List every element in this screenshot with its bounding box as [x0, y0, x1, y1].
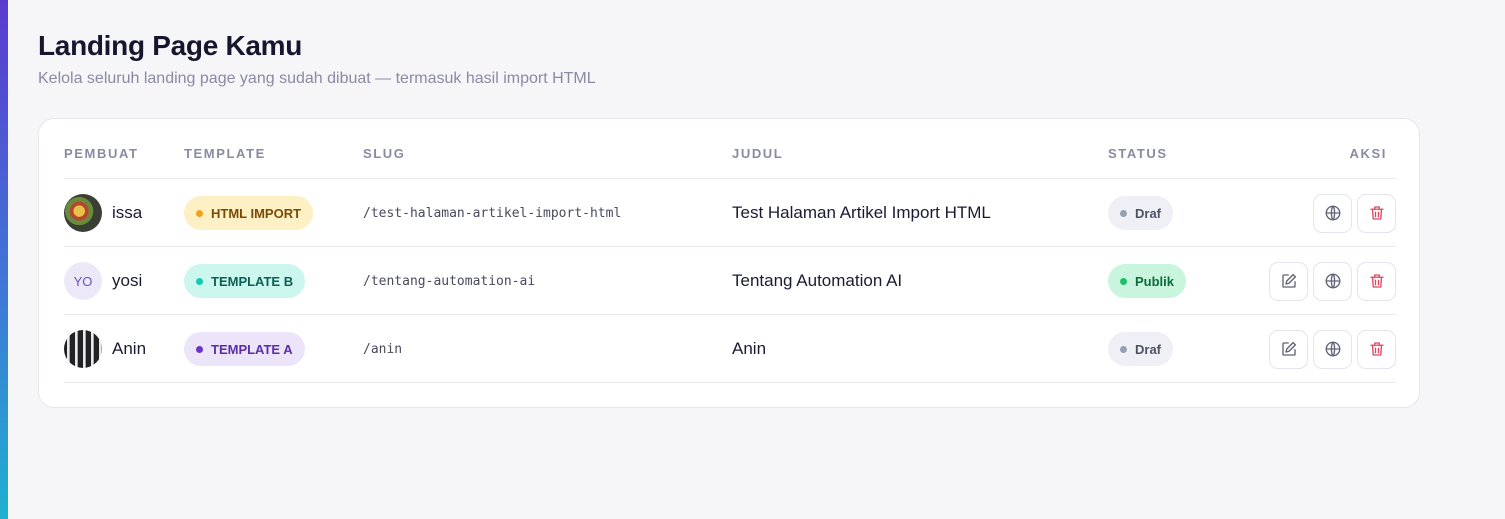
- column-header-template: TEMPLATE: [184, 146, 266, 161]
- edit-icon: [1281, 273, 1296, 288]
- status-dot: [1120, 345, 1127, 353]
- avatar: YO: [64, 262, 102, 300]
- page-title: Landing Page Kamu: [38, 30, 303, 61]
- delete-page-button[interactable]: [1357, 261, 1396, 301]
- template-cell: TEMPLATE A: [184, 315, 305, 383]
- template-badge: HTML IMPORT: [184, 196, 314, 230]
- globe-icon: [1325, 341, 1340, 357]
- delete-page-button[interactable]: [1357, 193, 1396, 233]
- creator-name: yosi: [112, 271, 143, 290]
- creator-cell: issa: [64, 179, 142, 247]
- creator-name: Anin: [112, 339, 147, 358]
- avatar: [64, 330, 102, 368]
- globe-icon: [1325, 273, 1340, 289]
- badge-dot: [196, 277, 203, 285]
- table-row: issa HTML IMPORT /test-halaman-artikel-i…: [64, 179, 1396, 247]
- status-badge: Publik: [1108, 264, 1187, 298]
- view-page-button[interactable]: [1313, 329, 1352, 369]
- title-cell: Tentang Automation AI: [732, 247, 902, 315]
- column-header-slug: SLUG: [363, 146, 406, 161]
- column-header-status: STATUS: [1108, 146, 1168, 161]
- edit-page-button[interactable]: [1269, 261, 1308, 301]
- title-cell: Anin: [732, 315, 766, 383]
- table-row: YO yosi TEMPLATE B /tentang-automation-a…: [64, 247, 1396, 315]
- delete-page-button[interactable]: [1357, 329, 1396, 369]
- template-cell: TEMPLATE B: [184, 247, 306, 315]
- status-label: Draf: [1135, 205, 1162, 221]
- avatar: [64, 194, 102, 232]
- creator-name: issa: [112, 203, 143, 222]
- status-cell: Draf: [1108, 179, 1174, 247]
- slug-cell: /test-halaman-artikel-import-html: [363, 179, 621, 247]
- page-header: Landing Page Kamu Kelola seluruh landing…: [38, 30, 596, 88]
- slug-cell: /tentang-automation-ai: [363, 247, 535, 315]
- badge-dot: [196, 209, 203, 217]
- table-header: PEMBUAT TEMPLATE SLUG JUDUL STATUS AKSI: [64, 119, 1396, 179]
- status-label: Publik: [1135, 273, 1175, 289]
- actions-cell: [1313, 179, 1396, 247]
- template-badge: TEMPLATE B: [184, 264, 306, 298]
- avatar-initials: YO: [73, 273, 93, 289]
- status-cell: Draf: [1108, 315, 1174, 383]
- slug-text: /tentang-automation-ai: [363, 273, 536, 289]
- template-cell: HTML IMPORT: [184, 179, 314, 247]
- page-subtitle: Kelola seluruh landing page yang sudah d…: [38, 70, 596, 87]
- slug-cell: /anin: [363, 315, 402, 383]
- status-label: Draf: [1135, 341, 1162, 357]
- status-badge: Draf: [1108, 196, 1174, 230]
- template-label: TEMPLATE B: [211, 273, 294, 289]
- page-title-text: Tentang Automation AI: [732, 271, 903, 290]
- trash-icon: [1369, 274, 1384, 288]
- accent-sidebar-strip: [0, 0, 8, 519]
- trash-icon: [1369, 206, 1384, 220]
- column-header-pembuat: PEMBUAT: [64, 146, 139, 161]
- actions-cell: [1269, 315, 1396, 383]
- badge-dot: [196, 345, 203, 353]
- template-label: HTML IMPORT: [211, 205, 302, 221]
- page-title-text: Test Halaman Artikel Import HTML: [732, 203, 991, 222]
- column-header-judul: JUDUL: [732, 146, 784, 161]
- edit-page-button[interactable]: [1269, 329, 1308, 369]
- creator-cell: Anin: [64, 315, 146, 383]
- table-row: Anin TEMPLATE A /anin Anin Draf: [64, 315, 1396, 383]
- column-header-aksi: AKSI: [1349, 146, 1387, 161]
- status-badge: Draf: [1108, 332, 1174, 366]
- globe-icon: [1325, 205, 1340, 221]
- actions-cell: [1269, 247, 1396, 315]
- status-dot: [1120, 277, 1127, 285]
- edit-icon: [1281, 341, 1296, 356]
- title-cell: Test Halaman Artikel Import HTML: [732, 179, 991, 247]
- page-title-text: Anin: [732, 339, 767, 358]
- creator-cell: YO yosi: [64, 247, 142, 315]
- view-page-button[interactable]: [1313, 261, 1352, 301]
- status-cell: Publik: [1108, 247, 1187, 315]
- landing-pages-card: PEMBUAT TEMPLATE SLUG JUDUL STATUS AKSI …: [38, 118, 1420, 408]
- landing-pages-table: PEMBUAT TEMPLATE SLUG JUDUL STATUS AKSI …: [64, 119, 1396, 383]
- view-page-button[interactable]: [1313, 193, 1352, 233]
- slug-text: /test-halaman-artikel-import-html: [363, 205, 622, 221]
- trash-icon: [1369, 342, 1384, 356]
- template-label: TEMPLATE A: [211, 341, 293, 357]
- template-badge: TEMPLATE A: [184, 332, 305, 366]
- status-dot: [1120, 209, 1127, 217]
- slug-text: /anin: [363, 341, 403, 357]
